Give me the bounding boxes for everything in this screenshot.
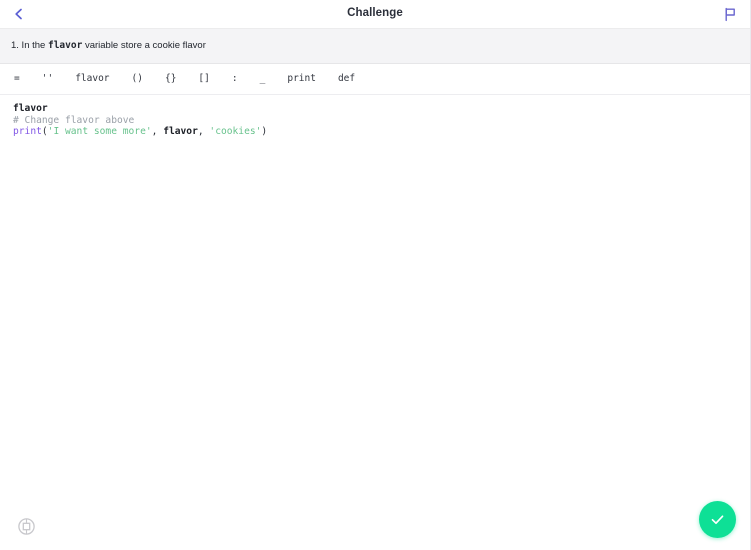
- instruction-prefix: 1. In the: [11, 40, 48, 52]
- code-line[interactable]: # Change flavor above: [13, 115, 750, 127]
- app-header: Challenge: [0, 0, 750, 28]
- code-token: ,: [151, 126, 164, 138]
- instruction-text: 1. In the flavor variable store a cookie…: [11, 40, 206, 51]
- check-icon: [708, 510, 727, 529]
- token-button[interactable]: :: [232, 74, 238, 84]
- code-line[interactable]: print('I want some more', flavor, 'cooki…: [13, 126, 750, 138]
- token-button[interactable]: flavor: [75, 74, 109, 84]
- instruction-bar: 1. In the flavor variable store a cookie…: [0, 28, 750, 64]
- flag-icon: [723, 7, 737, 22]
- settings-button[interactable]: [17, 517, 36, 536]
- challenge-screen: Challenge 1. In the flavor variable stor…: [0, 0, 751, 550]
- token-toolbar[interactable]: = '' flavor () {} []: _ print def: [0, 64, 750, 95]
- token-button[interactable]: _: [260, 74, 266, 84]
- code-token: flavor: [13, 103, 48, 114]
- token-button[interactable]: def: [338, 74, 355, 84]
- code-token: ): [261, 126, 268, 138]
- instruction-code-word: flavor: [47, 40, 83, 52]
- back-button[interactable]: [7, 2, 31, 26]
- code-line[interactable]: flavor: [13, 103, 750, 115]
- token-button[interactable]: '': [42, 74, 53, 84]
- submit-button[interactable]: [699, 501, 736, 538]
- token-button[interactable]: []: [198, 74, 209, 84]
- token-button[interactable]: print: [287, 74, 316, 84]
- token-button[interactable]: =: [14, 74, 20, 84]
- page-title: Challenge: [347, 7, 403, 20]
- code-token: ,: [197, 126, 210, 138]
- token-button[interactable]: (): [132, 74, 143, 84]
- flag-button[interactable]: [718, 2, 742, 26]
- code-token: flavor: [163, 126, 198, 138]
- chevron-left-icon: [12, 7, 26, 21]
- code-token: 'cookies': [209, 126, 262, 138]
- instruction-suffix: variable store a cookie flavor: [82, 40, 206, 52]
- code-editor[interactable]: flavor # Change flavor above print('I want…: [0, 96, 750, 550]
- code-token: 'I want some more': [47, 126, 152, 138]
- settings-circle-icon: [17, 517, 36, 536]
- code-token: print: [13, 126, 42, 138]
- token-button[interactable]: {}: [165, 74, 176, 84]
- code-token: # Change flavor above: [13, 114, 135, 126]
